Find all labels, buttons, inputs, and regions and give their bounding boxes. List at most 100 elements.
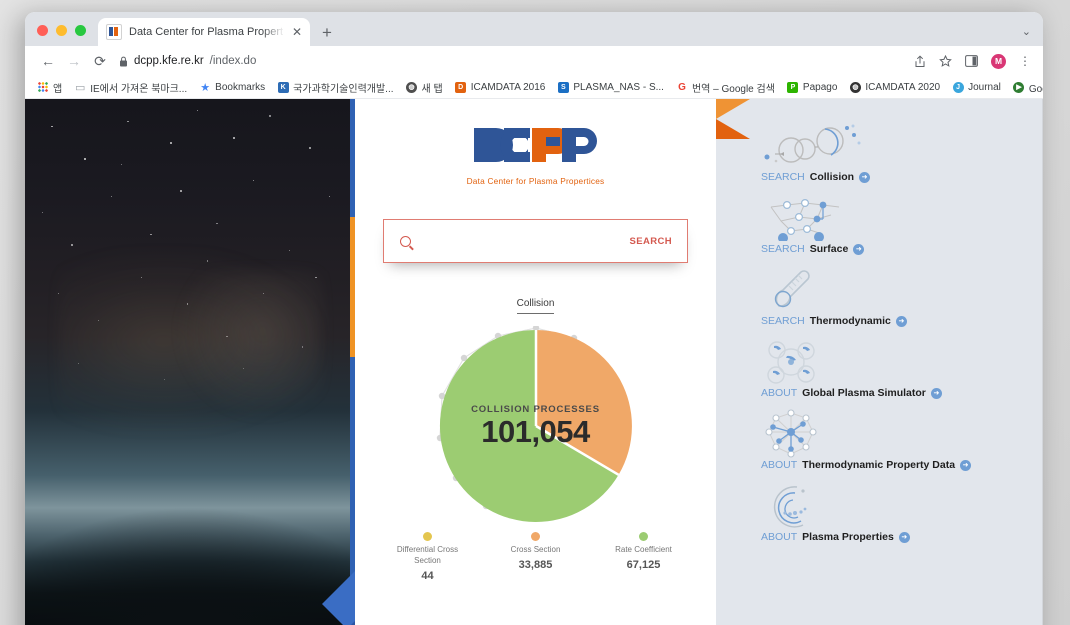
sidebar-item-plasma-properties[interactable]: ABOUT Plasma Properties ➜ [761, 483, 1043, 543]
avatar[interactable]: M [991, 53, 1006, 69]
back-button[interactable]: ← [35, 54, 61, 68]
lock-icon [120, 56, 127, 66]
bookmark-label: Papago [802, 81, 838, 93]
collision-atoms-icon [761, 123, 1043, 169]
sidebar-item-global-plasma-simulator[interactable]: ABOUT Global Plasma Simulator ➜ [761, 339, 1043, 399]
dcpp-icon: D [455, 81, 467, 93]
legend-item[interactable]: Cross Section 33,885 [493, 532, 579, 582]
folder-icon: ▭ [75, 81, 86, 94]
bookmark-google-translate[interactable]: G 번역 – Google 검색 [676, 80, 775, 95]
bookmark-label: PLASMA_NAS - S... [573, 81, 664, 93]
sidebar-item-keyword: SEARCH [761, 171, 805, 183]
arrow-right-icon[interactable]: ➜ [960, 459, 972, 471]
bookmark-plasma-nas[interactable]: S PLASMA_NAS - S... [557, 81, 664, 93]
bookmark-icamdata-2020[interactable]: ◍ ICAMDATA 2020 [849, 81, 940, 93]
legend-label: Cross Section [510, 545, 561, 554]
apps-grid-icon [37, 81, 49, 93]
sidebar-item-label: SEARCH Surface ➜ [761, 243, 1043, 255]
url-path: /index.do [209, 55, 257, 67]
sidebar-item-thermodynamic-property-data[interactable]: ABOUT Thermodynamic Property Data ➜ [761, 409, 1043, 471]
bookmark-label: ICAMDATA 2020 [865, 81, 941, 93]
hero-space-image [25, 99, 355, 625]
bookmark-apps[interactable]: 앱 [37, 80, 62, 95]
share-icon[interactable] [914, 55, 926, 68]
site-logo[interactable]: Data Center for Plasma Propertices [355, 99, 716, 186]
forward-button[interactable]: → [61, 54, 87, 68]
meet-icon: ▶ [1013, 81, 1025, 93]
sidebar-item-name: Thermodynamic Property Data [802, 459, 956, 471]
window-controls[interactable] [25, 25, 96, 46]
bookmark-google-meet[interactable]: ▶ Google Meet - 온... [1013, 80, 1043, 95]
bookmark-star-icon[interactable] [939, 54, 952, 68]
bookmark-papago[interactable]: P Papago [787, 81, 837, 93]
legend-value: 44 [421, 569, 434, 582]
bookmark-icamdata-2016[interactable]: D ICAMDATA 2016 [455, 81, 545, 93]
address-bar[interactable]: dcpp.kfe.re.kr/index.do [119, 51, 914, 71]
legend-dot-icon [639, 532, 648, 541]
globe-dark-icon: ◍ [849, 81, 861, 93]
sidebar-item-label: SEARCH Thermodynamic ➜ [761, 315, 1043, 327]
side-panel-icon[interactable] [965, 55, 978, 67]
site-tagline: Data Center for Plasma Propertices [466, 176, 605, 186]
toolbar-icons: M ⋮ [914, 53, 1033, 69]
legend-label: Rate Coefficient [615, 545, 672, 554]
kirdi-icon: K [277, 81, 289, 93]
pie-slices[interactable] [436, 326, 636, 526]
arrow-right-icon[interactable]: ➜ [898, 531, 910, 543]
bookmark-label: 앱 [53, 83, 63, 95]
search-input[interactable] [421, 234, 630, 248]
globe-icon: ◍ [406, 81, 418, 93]
bookmark-label: IE에서 가져온 북마크... [90, 83, 188, 95]
chart-title: Collision [516, 298, 555, 314]
chevron-down-icon[interactable]: ⌄ [1022, 25, 1043, 46]
search-button[interactable]: SEARCH [629, 236, 672, 247]
reload-button[interactable]: ⟳ [87, 54, 113, 68]
arrow-right-icon[interactable]: ➜ [895, 315, 907, 327]
sidebar-item-keyword: SEARCH [761, 315, 805, 327]
thermometer-icon [761, 267, 1043, 313]
nas-icon: S [557, 81, 569, 93]
legend-dot-icon [423, 532, 432, 541]
bookmark-ie-folder[interactable]: ▭ IE에서 가져온 북마크... [74, 80, 187, 95]
dcpp-favicon [106, 24, 122, 40]
bookmark-label: Journal [968, 81, 1001, 93]
journal-icon: J [952, 81, 964, 93]
arrow-right-icon[interactable]: ➜ [853, 243, 865, 255]
triangle-blue-icon [322, 571, 355, 625]
legend-label: Differential Cross Section [396, 545, 459, 565]
bookmark-label: 새 탭 [421, 83, 443, 95]
arrow-right-icon[interactable]: ➜ [930, 387, 942, 399]
browser-window: Data Center for Plasma Propert ✕ + ⌄ ← →… [25, 12, 1043, 625]
legend-item[interactable]: Differential Cross Section 44 [385, 532, 471, 582]
new-tab-button[interactable]: + [322, 24, 332, 41]
sidebar-item-thermodynamic[interactable]: SEARCH Thermodynamic ➜ [761, 267, 1043, 327]
sidebar-item-surface[interactable]: SEARCH Surface ➜ [761, 195, 1043, 255]
bookmarks-bar: 앱 ▭ IE에서 가져온 북마크... ★ Bookmarks K 국가과학기술… [25, 76, 1043, 99]
sidebar-list: SEARCH Collision ➜ SEARCH Surface ➜ SEAR… [716, 99, 1043, 543]
sidebar-item-name: Collision [809, 171, 855, 183]
browser-tab[interactable]: Data Center for Plasma Propert ✕ [98, 18, 310, 46]
browser-toolbar: ← → ⟳ dcpp.kfe.re.kr/index.do M ⋮ [25, 46, 1043, 76]
google-icon: G [678, 81, 686, 93]
star-icon: ★ [200, 81, 211, 94]
sidebar-item-collision[interactable]: SEARCH Collision ➜ [761, 123, 1043, 183]
bookmark-kirdi[interactable]: K 국가과학기술인력개발... [277, 80, 394, 95]
maximize-window-button[interactable] [75, 25, 86, 36]
close-tab-icon[interactable]: ✕ [292, 26, 302, 38]
right-sidebar: SEARCH Collision ➜ SEARCH Surface ➜ SEAR… [716, 99, 1043, 625]
legend-item[interactable]: Rate Coefficient 67,125 [601, 532, 687, 582]
sidebar-edge [1042, 99, 1043, 625]
pie-chart[interactable]: COLLISION PROCESSES 101,054 [436, 326, 636, 526]
surface-lattice-icon [761, 195, 1043, 241]
plasma-swirl-icon [761, 483, 1043, 529]
minimize-window-button[interactable] [56, 25, 67, 36]
sidebar-item-keyword: ABOUT [761, 387, 798, 399]
bookmark-journal[interactable]: J Journal [952, 81, 1001, 93]
browser-menu-button[interactable]: ⋮ [1019, 54, 1031, 68]
arrow-right-icon[interactable]: ➜ [859, 171, 871, 183]
close-window-button[interactable] [37, 25, 48, 36]
bookmark-bookmarks[interactable]: ★ Bookmarks [199, 81, 265, 94]
search-bar[interactable]: SEARCH [383, 219, 688, 263]
bookmark-new-tab[interactable]: ◍ 새 탭 [406, 80, 443, 95]
triangle-blue-dark-icon [339, 621, 355, 625]
